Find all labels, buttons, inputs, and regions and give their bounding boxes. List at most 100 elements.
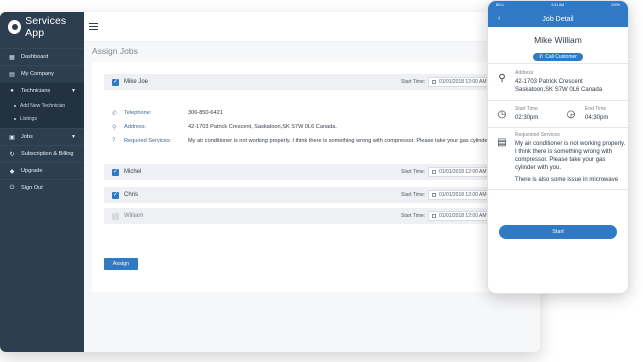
sidebar-item-upgrade[interactable]: ◆ Upgrade (0, 162, 84, 179)
address-section: ⚲ Address 42-1703 Patrick Crescent Saska… (488, 63, 628, 100)
detail-label: Telephone: (124, 110, 152, 116)
sidebar: Services App ▦ Dashboard ▤ My Company ● … (0, 12, 84, 352)
chevron-down-icon: ▼ (71, 134, 76, 140)
phone-header: BELL 9:41 AM 100% ‹ Job Detail (488, 1, 628, 27)
job-row-michel[interactable]: ✓ Michel Start Time: 01/01/2018 12:00 AM (104, 164, 540, 180)
services-more: There is also some issue in microwave (515, 177, 619, 183)
hamburger-menu-icon[interactable] (89, 23, 98, 30)
page-title: Assign Jobs (92, 46, 138, 56)
sidebar-item-label: Sign Out (21, 185, 43, 191)
customer-block: Mike William ✆ Call Customer (488, 35, 628, 63)
job-row-mike-joe[interactable]: ✓ Mike Joe Start Time: 01/01/2018 12:00 … (104, 74, 540, 90)
start-time-input[interactable]: 01/01/2018 12:00 AM (428, 77, 488, 87)
briefcase-icon: ▣ (9, 134, 15, 141)
location-pin-icon: ⚲ (112, 124, 117, 131)
brand[interactable]: Services App (0, 12, 84, 42)
start-time-label: Start Time: (401, 169, 426, 175)
end-time-label: End Time (585, 106, 607, 112)
start-time-value: 01/01/2018 12:00 AM (439, 169, 487, 175)
sidebar-item-label: Dashboard (21, 54, 49, 60)
start-time-value: 01/01/2018 12:00 AM (439, 79, 487, 85)
start-time-value: 01/01/2018 12:00 AM (439, 213, 487, 219)
phone-icon: ✆ (112, 110, 118, 117)
start-time-value: 02:30pm (515, 115, 539, 121)
sidebar-subitem-add-technician[interactable]: Add New Technician (0, 99, 84, 112)
start-time-label: Start Time: (401, 192, 426, 198)
document-icon: ▤ (497, 136, 507, 148)
job-checkbox[interactable]: ✓ (112, 191, 119, 199)
sidebar-item-my-company[interactable]: ▤ My Company (0, 65, 84, 82)
job-row-chris[interactable]: ✓ Chris Start Time: 01/01/2018 12:00 AM (104, 187, 540, 203)
question-icon: ? (112, 138, 116, 144)
detail-label: Address: (124, 124, 147, 130)
desktop-window: Services App ▦ Dashboard ▤ My Company ● … (0, 12, 540, 352)
grid-icon: ▦ (9, 54, 15, 61)
clock-start-icon: ◷ (497, 108, 507, 120)
detail-value: 42-1703 Patrick Crescent, Saskatoon,SK S… (188, 124, 337, 130)
sidebar-item-label: Jobs (21, 134, 33, 140)
time-section: ◷ Start Time 02:30pm ◶ End Time 04:30pm (488, 100, 628, 127)
chevron-down-icon: ▼ (71, 88, 76, 94)
services-section: ▤ Requested Services My air conditioner … (488, 127, 628, 189)
call-label: Call Customer (545, 54, 577, 60)
clock-end-icon: ◶ (566, 108, 576, 120)
calendar-icon (432, 80, 436, 84)
call-customer-button[interactable]: ✆ Call Customer (533, 53, 583, 61)
detail-address: ⚲ Address: 42-1703 Patrick Crescent, Sas… (112, 120, 540, 134)
detail-value: My air conditioner is not working proper… (188, 138, 496, 144)
status-bar: BELL 9:41 AM 100% (496, 3, 620, 7)
services-label: Requested Services (515, 132, 560, 138)
phone-job-detail: BELL 9:41 AM 100% ‹ Job Detail Mike Will… (487, 0, 629, 294)
assign-jobs-panel: ✓ Mike Joe Start Time: 01/01/2018 12:00 … (92, 62, 540, 292)
start-time-input[interactable]: 01/01/2018 12:00 AM (428, 190, 488, 200)
services-text: My air conditioner is not working proper… (515, 141, 626, 171)
phone-title: Job Detail (542, 16, 574, 23)
address-line1: 42-1703 Patrick Crescent (515, 79, 583, 85)
location-pin-icon: ⚲ (498, 72, 506, 84)
job-checkbox[interactable]: ✓ (112, 168, 119, 176)
job-name: Chris (124, 192, 139, 198)
upgrade-icon: ◆ (9, 168, 15, 175)
start-time-label: Start Time (515, 106, 538, 112)
sidebar-item-label: Technicians (21, 88, 51, 94)
job-details: ✆ Telephone: 306-850-6421 ⚲ Address: 42-… (112, 106, 540, 148)
sidebar-nav: ▦ Dashboard ▤ My Company ● Technicians ▼… (0, 48, 84, 196)
sidebar-item-dashboard[interactable]: ▦ Dashboard (0, 48, 84, 65)
calendar-icon (432, 193, 436, 197)
phone-icon: ✆ (539, 54, 544, 60)
refresh-icon: ↻ (9, 151, 15, 158)
calendar-icon (432, 170, 436, 174)
start-time-input[interactable]: 01/01/2018 12:00 AM (428, 211, 488, 221)
sidebar-item-label: My Company (21, 71, 54, 77)
detail-services: ? Required Services: My air conditioner … (112, 134, 540, 148)
topbar (84, 12, 540, 42)
assign-button[interactable]: Assign (104, 258, 138, 270)
battery: 100% (611, 3, 620, 7)
address-line2: Saskatoon,SK S7W 0L6 Canada (515, 87, 603, 93)
subitem-label: Add New Technician (20, 102, 66, 109)
users-icon: ● (10, 88, 14, 94)
start-time-input[interactable]: 01/01/2018 12:00 AM (428, 167, 488, 177)
bullet-icon (14, 104, 16, 107)
sidebar-item-subscription[interactable]: ↻ Subscription & Billing (0, 145, 84, 162)
job-name: William (124, 213, 144, 219)
sidebar-item-sign-out[interactable]: ⏻ Sign Out (0, 179, 84, 196)
sidebar-item-jobs[interactable]: ▣ Jobs ▼ (0, 128, 84, 145)
job-checkbox[interactable]: ✓ (112, 78, 119, 86)
clock: 9:41 AM (551, 3, 565, 7)
job-name: Michel (124, 169, 142, 175)
main-content: Assign Jobs ✓ Mike Joe Start Time: 01/01… (84, 42, 540, 352)
sidebar-subitem-listings[interactable]: Listings (0, 112, 84, 125)
sidebar-item-technicians[interactable]: ● Technicians ▼ (0, 82, 84, 99)
detail-value: 306-850-6421 (188, 110, 223, 116)
sidebar-item-label: Upgrade (21, 168, 43, 174)
subitem-label: Listings (20, 115, 37, 122)
brand-name: Services App (25, 15, 67, 39)
job-row-william[interactable]: William Start Time: 01/01/2018 12:00 AM (104, 208, 540, 224)
building-icon: ▤ (9, 71, 15, 78)
customer-name: Mike William (534, 35, 582, 45)
power-icon: ⏻ (9, 184, 15, 191)
carrier: BELL (496, 3, 505, 7)
start-button[interactable]: Start (499, 225, 617, 239)
job-checkbox[interactable] (112, 212, 119, 220)
